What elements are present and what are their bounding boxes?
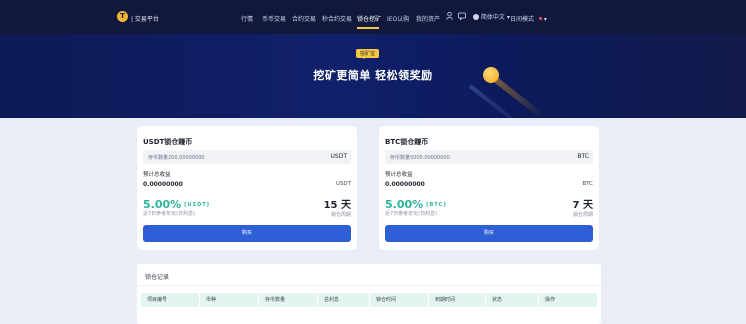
nav-item-spot[interactable]: 币币交易 (262, 14, 286, 23)
coin-illustration-icon (483, 67, 499, 83)
language-selector[interactable]: 简体中文 ▾ (473, 12, 510, 21)
lock-days: 7 天 (572, 200, 593, 211)
records-title: 锁仓记录 (145, 274, 170, 281)
deposit-unit: USDT (330, 153, 348, 160)
theme-indicator-icon (538, 17, 542, 20)
column-header-amount: 存币数量 (259, 293, 317, 307)
deposit-amount-input[interactable]: 存币数量200.00000000 USDT (143, 150, 351, 164)
column-header-expire-time: 到期时间 (429, 293, 485, 307)
lock-records-panel: 锁仓记录 项目编号 币种 存币数量 总利息 锁仓时间 到期时间 状态 操作 (137, 264, 601, 324)
deposit-placeholder: 存币数量5000.00000000 (390, 155, 450, 161)
globe-icon (473, 14, 479, 20)
income-label: 预计总收益 (385, 172, 413, 178)
lock-days-caption: 锁仓周期 (572, 212, 593, 218)
nav-item-market[interactable]: 行情 (241, 14, 253, 23)
theme-toggle[interactable]: 日间模式 ▾ (510, 14, 547, 23)
lock-days: 15 天 (323, 200, 351, 211)
income-unit: BTC (582, 181, 593, 187)
column-header-action: 操作 (539, 293, 597, 307)
income-value: 0.00000000 (385, 181, 425, 188)
lock-days-caption: 锁仓周期 (330, 212, 351, 218)
rate-coin-tag: [USDT] (184, 202, 210, 208)
column-header-id: 项目编号 (141, 293, 199, 307)
nav-item-assets[interactable]: 我的资产 (416, 14, 440, 23)
rate-caption: 近7日参考年化(日利息) (143, 211, 196, 217)
badge-tail (361, 56, 367, 59)
nav-item-ieo[interactable]: IEO认购 (387, 14, 409, 23)
language-label: 简体中文 (480, 14, 505, 21)
brand-name[interactable]: | 交易平台 (131, 14, 159, 23)
nav-item-second-contract[interactable]: 秒合约交易 (322, 14, 352, 23)
income-value: 0.00000000 (143, 181, 183, 188)
hero-badge: 挖矿宝 (356, 49, 380, 58)
deposit-unit: BTC (577, 153, 589, 160)
deposit-placeholder: 存币数量200.00000000 (148, 155, 205, 161)
hero-title: 挖矿更简单 轻松领奖励 (313, 69, 433, 82)
chevron-down-icon: ▾ (543, 16, 547, 23)
column-header-interest: 总利息 (318, 293, 369, 307)
divider (137, 285, 601, 286)
rate-caption: 近7日参考年化(日利息) (385, 211, 438, 217)
lock-card-usdt: USDT锁仓赚币 存币数量200.00000000 USDT 预计总收益 0.0… (137, 126, 357, 250)
buy-button[interactable]: 购买 (385, 225, 593, 242)
nav-active-indicator (357, 27, 379, 29)
deposit-amount-input[interactable]: 存币数量5000.00000000 BTC (385, 150, 593, 164)
logo-icon[interactable]: T (117, 11, 128, 22)
rate-coin-tag: [BTC] (426, 202, 447, 208)
top-nav: T | 交易平台 行情 币币交易 合约交易 秒合约交易 锁仓挖矿 IEO认购 我… (0, 0, 746, 34)
income-label: 预计总收益 (143, 172, 171, 178)
buy-button[interactable]: 购买 (143, 225, 351, 242)
lock-card-btc: BTC锁仓赚币 存币数量5000.00000000 BTC 预计总收益 0.00… (379, 126, 599, 250)
card-title: BTC锁仓赚币 (385, 138, 429, 146)
column-header-lock-time: 锁仓时间 (370, 293, 428, 307)
theme-label: 日间模式 (510, 16, 535, 23)
column-header-coin: 币种 (200, 293, 258, 307)
nav-item-lock-mining[interactable]: 锁仓挖矿 (357, 14, 381, 23)
income-unit: USDT (335, 181, 351, 187)
card-title: USDT锁仓赚币 (143, 138, 193, 146)
column-header-status: 状态 (486, 293, 538, 307)
hero-banner: 挖矿宝 挖矿更简单 轻松领奖励 (0, 34, 746, 118)
nav-item-futures[interactable]: 合约交易 (292, 14, 316, 23)
user-icon[interactable] (446, 12, 453, 20)
notification-icon[interactable] (458, 12, 466, 20)
